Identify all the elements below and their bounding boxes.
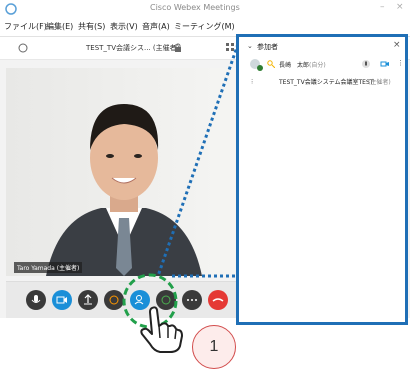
menu-meeting[interactable]: ミーティング(M) xyxy=(174,21,235,32)
window-title: Cisco Webex Meetings xyxy=(150,3,240,12)
step-number-badge: 1 xyxy=(192,325,236,369)
menu-share[interactable]: 共有(S) xyxy=(78,21,105,32)
share-button[interactable] xyxy=(78,290,98,310)
participant-row[interactable]: 長崎 太郎 (自分) ⋮ xyxy=(239,55,405,73)
mic-icon xyxy=(31,295,41,303)
close-window-icon[interactable]: × xyxy=(396,2,404,12)
menu-file[interactable]: ファイル(F) xyxy=(4,21,47,32)
svg-text:⁝: ⁝ xyxy=(251,78,253,86)
panel-collapse-icon[interactable]: ⌄ xyxy=(247,42,253,50)
close-panel-icon[interactable]: × xyxy=(393,40,401,50)
participant-role: (自分) xyxy=(309,62,326,69)
video-button[interactable] xyxy=(52,290,72,310)
room-device-icon: ⁝ xyxy=(251,78,253,86)
title-bar: Cisco Webex Meetings – × xyxy=(0,0,410,19)
participant-name: 長崎 太郎 xyxy=(279,62,310,69)
menu-view[interactable]: 表示(V) xyxy=(110,21,138,32)
participants-panel: ⌄ 参加者 × 長崎 太郎 (自分) ⋮ ⁝ TEST_TV会議システム会議室T… xyxy=(236,34,408,325)
host-key-icon xyxy=(267,60,275,68)
avatar-icon xyxy=(250,59,263,71)
mute-button[interactable] xyxy=(26,290,46,310)
participant-more-icon[interactable]: ⋮ xyxy=(397,59,404,67)
video-status-icon[interactable] xyxy=(380,59,390,69)
participant-role: (主催者) xyxy=(368,79,391,86)
participant-row[interactable]: ⁝ TEST_TV会議システム会議室TEST (主催者) xyxy=(239,73,405,89)
end-meeting-button[interactable] xyxy=(208,290,228,310)
video-name-tag: Taro Yamada (主催者) xyxy=(14,262,83,273)
end-call-icon xyxy=(212,298,224,302)
panel-header: 参加者 xyxy=(257,43,278,51)
menu-edit[interactable]: 編集(E) xyxy=(46,21,73,32)
menu-audio[interactable]: 音声(A) xyxy=(142,21,170,32)
video-icon xyxy=(56,296,67,304)
participant-name: TEST_TV会議システム会議室TEST xyxy=(279,79,374,86)
hand-pointer-icon xyxy=(140,306,183,353)
minimize-icon[interactable]: – xyxy=(380,2,385,12)
mic-status-icon[interactable] xyxy=(361,59,371,69)
info-icon[interactable] xyxy=(18,43,28,53)
connector-lines xyxy=(156,43,240,278)
webex-logo-icon xyxy=(5,3,17,15)
share-icon xyxy=(84,294,92,305)
